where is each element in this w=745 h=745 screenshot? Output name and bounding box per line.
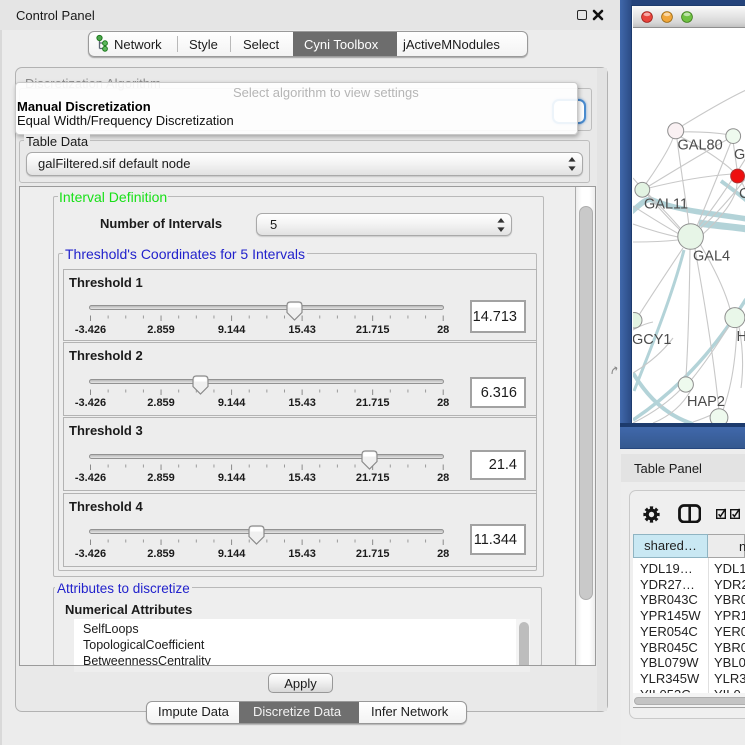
svg-text:GAL80: GAL80	[677, 138, 722, 154]
svg-text:GCY1: GCY1	[633, 332, 672, 348]
svg-text:HAP2: HAP2	[687, 394, 725, 410]
svg-text:H: H	[736, 329, 745, 345]
svg-text:GAL4: GAL4	[693, 249, 730, 265]
svg-text:G.: G.	[734, 147, 745, 163]
svg-text:GAL11: GAL11	[644, 197, 688, 213]
svg-text:C: C	[739, 186, 745, 202]
